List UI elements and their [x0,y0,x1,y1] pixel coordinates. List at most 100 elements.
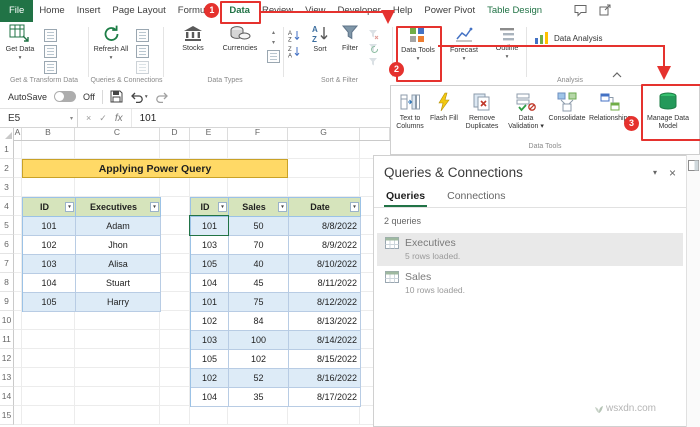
sales-cell[interactable]: 8/11/2022 [289,274,361,293]
scroll-down-icon[interactable]: ▾ [272,40,275,47]
filter-dropdown-icon[interactable]: ▾ [350,202,359,212]
tab-queries[interactable]: Queries [384,186,427,207]
sales-cell[interactable]: 100 [229,331,289,350]
sales-header-id[interactable]: ID ▾ [191,198,229,217]
sales-cell[interactable]: 75 [229,293,289,312]
row-header-11[interactable]: 11 [0,330,14,349]
ribbon-button-text-to-columns[interactable]: Text to Columns [391,89,429,131]
sales-cell[interactable]: 101 [191,217,229,236]
autosave-toggle[interactable] [54,91,77,102]
pane-close-icon[interactable]: × [669,166,676,180]
executives-cell[interactable]: 101 [23,217,76,236]
data-tools-group-button[interactable]: Data Tools ▾ [398,26,438,63]
sales-cell[interactable]: 8/9/2022 [289,236,361,255]
sales-cell[interactable]: 102 [229,350,289,369]
forecast-group-button[interactable]: Forecast ▾ [444,26,484,63]
sales-cell[interactable]: 104 [191,388,229,407]
ribbon-button-data-validation[interactable]: Data Validation ▾ [505,89,547,131]
sales-cell[interactable]: 70 [229,236,289,255]
executives-header-executives[interactable]: Executives ▾ [76,198,161,217]
share-icon[interactable] [599,4,611,17]
query-item-sales[interactable]: Sales 10 rows loaded. [377,267,683,300]
sales-cell[interactable]: 35 [229,388,289,407]
row-header-7[interactable]: 7 [0,254,14,273]
filter-button[interactable]: Filter [336,24,364,52]
pane-dock-icon[interactable] [688,160,699,171]
insert-function-icon[interactable]: fx [115,113,123,124]
row-header-13[interactable]: 13 [0,368,14,387]
clear-filter-icon[interactable] [368,29,379,40]
comment-icon[interactable] [574,4,587,17]
sales-cell[interactable]: 8/13/2022 [289,312,361,331]
stocks-button[interactable]: Stocks [172,24,214,52]
from-web-icon[interactable] [44,45,57,58]
executives-cell[interactable]: Jhon [76,236,161,255]
column-header-c[interactable]: C [75,126,160,140]
sales-cell[interactable]: 8/17/2022 [289,388,361,407]
filter-dropdown-icon[interactable]: ▾ [218,202,227,212]
menu-tab-file[interactable]: File [0,0,34,22]
get-data-button[interactable]: Get Data ▾ [2,24,38,62]
ribbon-button-consolidate[interactable]: Consolidate [547,89,587,123]
menu-tab-review[interactable]: Review [256,0,299,22]
executives-cell[interactable]: Adam [76,217,161,236]
row-header-10[interactable]: 10 [0,311,14,330]
sales-cell[interactable]: 8/8/2022 [289,217,361,236]
sales-cell[interactable]: 8/10/2022 [289,255,361,274]
ribbon-button-manage-data-model[interactable]: Manage Data Model [641,89,695,131]
data-analysis-button[interactable]: Data Analysis [534,31,602,45]
properties-icon[interactable] [136,45,149,58]
executives-cell[interactable]: 103 [23,255,76,274]
sales-cell[interactable]: 8/14/2022 [289,331,361,350]
menu-tab-developer[interactable]: Developer [332,0,387,22]
row-header-6[interactable]: 6 [0,235,14,254]
row-header-9[interactable]: 9 [0,292,14,311]
edit-links-icon[interactable] [136,61,149,74]
filter-dropdown-icon[interactable]: ▾ [278,202,287,212]
sales-cell[interactable]: 102 [191,369,229,388]
menu-tab-insert[interactable]: Insert [71,0,107,22]
filter-dropdown-icon[interactable]: ▾ [150,202,159,212]
menu-tab-help[interactable]: Help [387,0,419,22]
redo-button[interactable] [155,91,169,103]
title-cell[interactable]: Applying Power Query [22,159,288,178]
sales-cell[interactable]: 103 [191,331,229,350]
cancel-icon[interactable]: × [86,113,91,123]
menu-tab-power-pivot[interactable]: Power Pivot [418,0,481,22]
tab-connections[interactable]: Connections [445,186,507,207]
sales-cell[interactable]: 52 [229,369,289,388]
sales-cell[interactable]: 8/12/2022 [289,293,361,312]
row-header-5[interactable]: 5 [0,216,14,235]
column-header-d[interactable]: D [160,126,190,140]
menu-tab-home[interactable]: Home [33,0,70,22]
sort-button[interactable]: AZ Sort [306,24,334,53]
executives-cell[interactable]: 102 [23,236,76,255]
sales-cell[interactable]: 105 [191,255,229,274]
from-table-range-icon[interactable] [44,61,57,74]
row-header-1[interactable]: 1 [0,140,14,159]
menu-tab-table-design[interactable]: Table Design [481,0,548,22]
row-header-3[interactable]: 3 [0,178,14,197]
from-text-csv-icon[interactable] [44,29,57,42]
sales-cell[interactable]: 84 [229,312,289,331]
ribbon-button-remove-duplicates[interactable]: Remove Duplicates [459,89,505,131]
sales-header-sales[interactable]: Sales ▾ [229,198,289,217]
ribbon-button-flash-fill[interactable]: Flash Fill [429,89,459,123]
column-header-f[interactable]: F [228,126,288,140]
column-header-e[interactable]: E [190,126,228,140]
column-header-b[interactable]: B [22,126,75,140]
sales-header-date[interactable]: Date ▾ [289,198,361,217]
executives-cell[interactable]: Alisa [76,255,161,274]
executives-cell[interactable]: 104 [23,274,76,293]
sales-cell[interactable]: 40 [229,255,289,274]
save-button[interactable] [110,90,123,103]
query-item-executives[interactable]: Executives 5 rows loaded. [377,233,683,266]
menu-tab-view[interactable]: View [299,0,331,22]
executives-header-id[interactable]: ID ▾ [23,198,76,217]
row-header-8[interactable]: 8 [0,273,14,292]
sales-cell[interactable]: 102 [191,312,229,331]
name-box-dropdown-icon[interactable]: ▾ [70,115,73,122]
menu-tab-page-layout[interactable]: Page Layout [106,0,171,22]
sales-cell[interactable]: 104 [191,274,229,293]
advanced-filter-icon[interactable] [368,57,379,68]
